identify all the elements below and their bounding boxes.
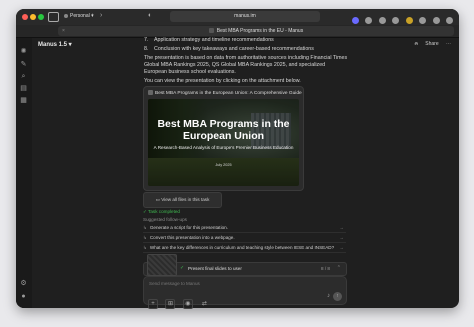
suggestion-item[interactable]: ↳ What are the key differences in curricu… (143, 243, 346, 253)
model-selector[interactable]: Manus 1.5 ▾ (38, 41, 72, 48)
tools-icon[interactable]: ⇄ (200, 300, 208, 308)
progress-step-text: Present final slides to user (188, 266, 242, 271)
send-button[interactable]: ↑ (333, 292, 342, 301)
presentation-attachment[interactable]: Best MBA Programs in the European Union:… (143, 86, 304, 191)
slides-icon (148, 90, 153, 95)
attachment-header: Best MBA Programs in the European Union:… (148, 90, 302, 96)
profile-icon (64, 13, 68, 18)
slide-date: July 2025 (215, 163, 232, 167)
composer-tools: + ⊞ ◉ ⇄ (148, 292, 211, 310)
avatar[interactable]: ● (20, 293, 27, 300)
assistant-message: 7. Application strategy and timeline reco… (144, 37, 349, 85)
new-tab-icon[interactable] (432, 17, 440, 25)
reply-icon: ↳ (143, 245, 147, 250)
message-paragraph: The presentation is based on data from a… (144, 55, 348, 75)
extension-icon[interactable] (392, 17, 400, 25)
search-icon[interactable]: ⌕ (20, 73, 27, 80)
slide-preview[interactable]: Best MBA Programs in the European Union … (148, 99, 299, 186)
arrow-right-icon: → (339, 225, 344, 230)
minimize-window-button[interactable] (30, 14, 36, 20)
slide-subtitle: A Research-Based Analysis of Europe's Pr… (153, 145, 294, 150)
suggestions-heading: Suggested follow-ups (143, 217, 187, 222)
microphone-icon[interactable]: ♪ (327, 293, 330, 299)
browser-toolbar: Personal ▾ ‹ › ◐ manus.im (16, 9, 459, 26)
close-tab-icon[interactable]: × (62, 26, 65, 36)
list-item: 8. Conclusion with key takeaways and care… (144, 46, 314, 52)
back-button[interactable]: ‹ (91, 11, 93, 21)
arrow-right-icon: → (339, 235, 344, 240)
share-icon[interactable] (419, 17, 427, 25)
reply-icon: ↳ (143, 235, 147, 240)
more-options-icon[interactable]: ⋯ (446, 41, 451, 47)
github-icon[interactable]: ◉ (182, 299, 193, 309)
tab-active[interactable]: × Best MBA Programs in the EU - Manus (58, 26, 454, 36)
app-sidebar-rail: ✺ ✎ ⌕ ▤ ▦ ⚙ ● (16, 38, 32, 308)
address-bar[interactable]: manus.im (170, 11, 320, 22)
list-item: 7. Application strategy and timeline reco… (144, 37, 274, 43)
slide-title: Best MBA Programs in the European Union (157, 118, 290, 142)
logo-icon[interactable]: ✺ (20, 48, 27, 55)
message-paragraph: You can view the presentation by clickin… (144, 78, 301, 84)
check-icon: ✓ (180, 265, 185, 271)
add-icon[interactable]: + (148, 299, 158, 309)
toolbar-extensions (350, 12, 453, 25)
chevron-up-icon[interactable]: ⌃ (337, 265, 341, 271)
message-composer[interactable]: Send message to Manus + ⊞ ◉ ⇄ ♪ ↑ (143, 276, 347, 309)
extension-icon[interactable] (405, 17, 413, 25)
sidebar-toggle-icon[interactable] (48, 12, 59, 22)
reply-icon: ↳ (143, 225, 147, 230)
tab-overview-icon[interactable] (446, 17, 453, 25)
folder-icon: ▭ (155, 197, 160, 202)
connectors-icon[interactable]: ⊞ (165, 299, 176, 309)
task-progress-bar[interactable]: ✓ Present final slides to user 8 / 8 ⌃ (143, 254, 347, 276)
close-window-button[interactable] (22, 14, 28, 20)
header-actions: ⍾ Share ⋯ (409, 41, 451, 47)
suggestion-item[interactable]: ↳ Generate a script for this presentation… (143, 223, 346, 233)
new-task-icon[interactable]: ✎ (20, 61, 27, 68)
arrow-right-icon: → (339, 245, 344, 250)
favicon-icon (208, 28, 214, 34)
library-icon[interactable]: ▤ (20, 85, 27, 92)
notification-icon[interactable]: ⍾ (415, 41, 418, 47)
profile-switcher[interactable]: Personal ▾ (64, 12, 94, 21)
view-all-files-button[interactable]: ▭ View all files in this task (143, 192, 222, 208)
suggestion-item[interactable]: ↳ Convert this presentation into a webpag… (143, 233, 346, 243)
forward-button[interactable]: › (100, 11, 102, 21)
message-input[interactable]: Send message to Manus (149, 281, 200, 286)
share-button[interactable]: Share (425, 41, 438, 47)
computer-preview-thumbnail[interactable] (147, 254, 177, 276)
extension-icon[interactable] (365, 17, 373, 25)
zoom-window-button[interactable] (38, 14, 44, 20)
extension-icon[interactable] (378, 17, 386, 25)
settings-icon[interactable]: ⚙ (20, 280, 27, 287)
projects-icon[interactable]: ▦ (20, 97, 27, 104)
shield-icon[interactable]: ◐ (148, 11, 152, 21)
extension-icon[interactable] (351, 17, 359, 25)
progress-count: 8 / 8 (321, 266, 330, 271)
status-badge: ✓ Task completed (143, 209, 180, 214)
